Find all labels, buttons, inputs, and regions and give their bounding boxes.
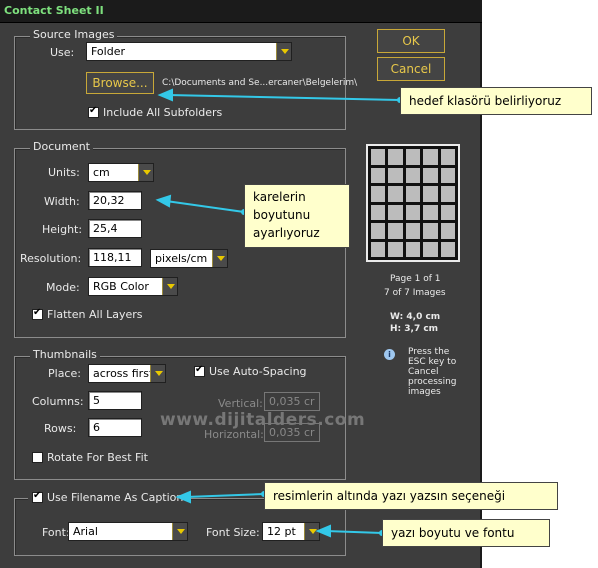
callout-size-line: karelerin [253, 190, 306, 204]
callout-caption: resimlerin altında yazı yazsın seçeneği [264, 482, 558, 510]
arrowhead-caption [175, 490, 191, 504]
arrow-caption [185, 493, 265, 498]
callout-font: yazı boyutu ve fontu [382, 519, 550, 547]
arrowhead-font [315, 524, 331, 538]
callout-folder: hedef klasörü belirliyoruz [400, 87, 592, 115]
arrowhead-size [155, 194, 172, 208]
arrowhead-folder [157, 88, 173, 102]
callout-size-line: boyutunu [253, 208, 311, 222]
arrow-size [165, 200, 245, 213]
callout-size: karelerin boyutunu ayarlıyoruz [244, 184, 350, 248]
arrow-folder [167, 94, 401, 101]
callout-size-line: ayarlıyoruz [253, 226, 320, 240]
arrow-font [325, 530, 383, 534]
